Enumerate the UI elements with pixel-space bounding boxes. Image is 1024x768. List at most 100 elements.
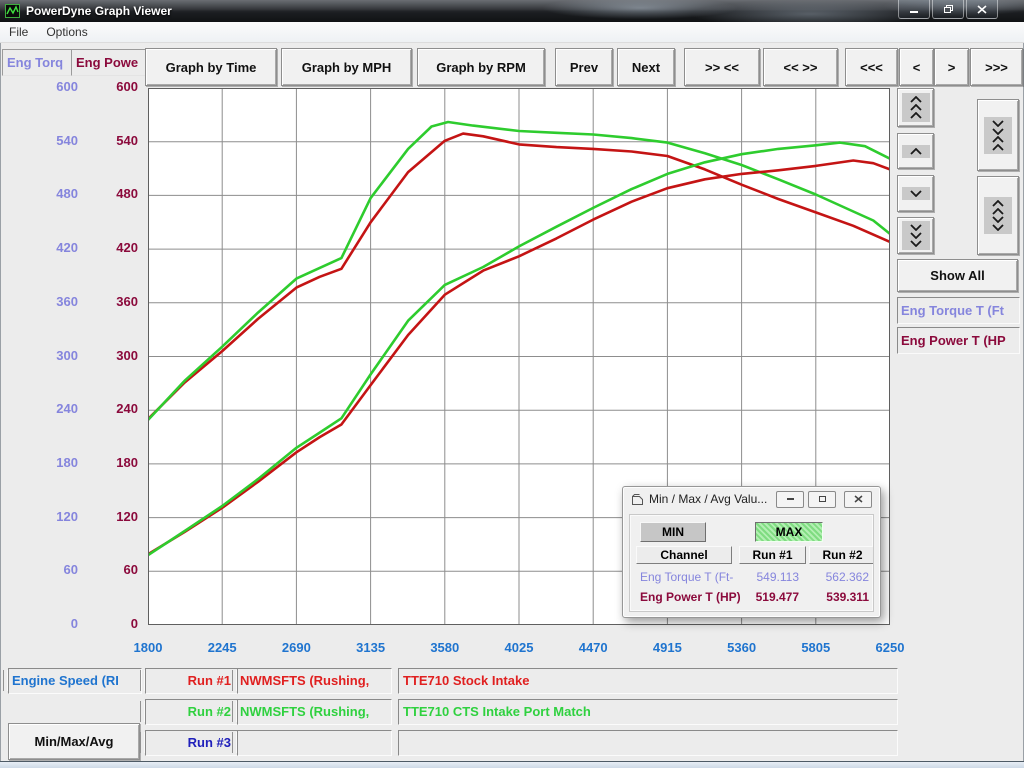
power-axis-tick: 300 [84,348,138,363]
torque-axis-tick: 420 [18,240,78,255]
tab-eng-torque[interactable]: Eng Torq [2,49,74,76]
power-axis-tick: 540 [84,133,138,148]
up-chevron-icon [902,145,930,158]
minimize-icon [909,5,919,14]
powerdyne-app-icon [5,4,20,18]
title-bar[interactable]: PowerDyne Graph Viewer [0,0,1024,22]
power-axis-tick: 0 [84,616,138,631]
minmax-window-icon [631,493,644,505]
torque-axis-tick: 180 [18,455,78,470]
power-axis-tick: 420 [84,240,138,255]
torque-run2-max: 562.362 [809,570,869,584]
minmax-maximize-button[interactable] [808,491,836,508]
prev-button[interactable]: Prev [555,48,613,86]
window-title: PowerDyne Graph Viewer [26,4,172,18]
scroll-far-left-button[interactable]: <<< [845,48,898,86]
rpm-axis-tick: 4025 [489,640,549,655]
rpm-axis-tick: 3580 [415,640,475,655]
show-all-button[interactable]: Show All [897,259,1018,292]
power-axis-tick: 600 [84,79,138,94]
minmax-body: MIN MAX Channel Run #1 Run #2 Eng Torque… [629,514,874,612]
minmax-title-bar[interactable]: Min / Max / Avg Valu... [623,487,880,511]
graph-by-time-button[interactable]: Graph by Time [145,48,277,86]
max-toggle-button[interactable]: MAX [755,522,823,542]
column-header-run1[interactable]: Run #1 [739,546,806,564]
powerdyne-window: PowerDyne Graph Viewer File Options Eng … [0,0,1024,768]
column-header-run2[interactable]: Run #2 [809,546,874,564]
run1-file-box[interactable]: NWMSFTS (Rushing, [237,668,392,694]
rpm-axis-tick: 5360 [712,640,772,655]
restore-button[interactable] [932,0,964,19]
run3-file-box[interactable] [237,730,392,756]
power-axis-tick: 60 [84,562,138,577]
zoom-in-x-button[interactable]: >> << [684,48,760,86]
minmax-values-window[interactable]: Min / Max / Avg Valu... MIN MAX Channel … [622,486,881,618]
torque-axis-tick: 480 [18,186,78,201]
minmax-close-button[interactable] [844,491,872,508]
graph-by-rpm-button[interactable]: Graph by RPM [417,48,545,86]
torque-axis-tick: 540 [18,133,78,148]
minmaxavg-button[interactable]: Min/Max/Avg [8,723,140,760]
torque-channel-label[interactable]: Eng Torque T (Ft [897,297,1020,324]
contract-chevrons-icon [984,117,1012,154]
menu-options[interactable]: Options [37,23,96,41]
rpm-axis-tick: 4470 [563,640,623,655]
run1-description-box[interactable]: TTE710 Stock Intake [398,668,898,694]
min-toggle-button[interactable]: MIN [640,522,706,542]
run3-label-box[interactable]: Run #3 [145,730,238,756]
power-axis-tick: 360 [84,294,138,309]
power-axis-tick: 480 [84,186,138,201]
close-button[interactable] [966,0,998,19]
restore-icon [943,4,954,14]
torque-axis-tick: 600 [18,79,78,94]
minmax-minimize-button[interactable] [776,491,804,508]
run2-label-box[interactable]: Run #2 [145,699,238,725]
torque-axis-tick: 300 [18,348,78,363]
power-run1-max: 519.477 [739,590,799,604]
run1-label-box[interactable]: Run #1 [145,668,238,694]
close-icon [977,5,987,14]
next-button[interactable]: Next [617,48,675,86]
scroll-right-button[interactable]: > [934,48,969,86]
minmax-row-torque-channel: Eng Torque T (Ft- [640,570,733,584]
torque-axis-tick: 240 [18,401,78,416]
zoom-out-x-button[interactable]: << >> [763,48,838,86]
maximize-icon [818,495,827,503]
column-header-channel[interactable]: Channel [636,546,732,564]
minmax-window-title: Min / Max / Avg Valu... [649,492,767,506]
scroll-up-button[interactable] [897,133,934,169]
run2-file-box[interactable]: NWMSFTS (Rushing, [237,699,392,725]
torque-axis-tick: 60 [18,562,78,577]
zoom-out-y-button[interactable] [977,176,1019,255]
zoom-in-y-button[interactable] [977,99,1019,171]
run3-description-box[interactable] [398,730,898,756]
run2-description-box[interactable]: TTE710 CTS Intake Port Match [398,699,898,725]
scroll-top-button[interactable] [897,88,934,127]
power-channel-label[interactable]: Eng Power T (HP [897,327,1020,354]
rpm-axis-tick: 2690 [266,640,326,655]
power-run2-max: 539.311 [809,590,869,604]
down-chevron-icon [902,187,930,200]
window-bottom-border [0,761,1024,768]
scroll-left-button[interactable]: < [899,48,934,86]
rpm-axis-tick: 4915 [637,640,697,655]
menu-bar: File Options [0,22,1024,43]
x-axis-channel-box[interactable]: Engine Speed (RI [8,668,142,694]
rpm-axis-tick: 5805 [786,640,846,655]
power-axis-tick: 120 [84,509,138,524]
graph-by-mph-button[interactable]: Graph by MPH [281,48,412,86]
rpm-axis-tick: 3135 [341,640,401,655]
scroll-down-button[interactable] [897,175,934,212]
expand-chevrons-icon [984,197,1012,234]
torque-axis-tick: 360 [18,294,78,309]
power-axis-tick: 240 [84,401,138,416]
tab-eng-power[interactable]: Eng Powe [71,49,146,76]
scroll-bottom-button[interactable] [897,217,934,254]
menu-file[interactable]: File [0,23,37,41]
rpm-axis-tick: 1800 [118,640,178,655]
power-axis-tick: 180 [84,455,138,470]
scroll-far-right-button[interactable]: >>> [970,48,1023,86]
minmax-row-power-channel: Eng Power T (HP) [640,590,741,604]
torque-axis-tick: 120 [18,509,78,524]
minimize-button[interactable] [898,0,930,19]
